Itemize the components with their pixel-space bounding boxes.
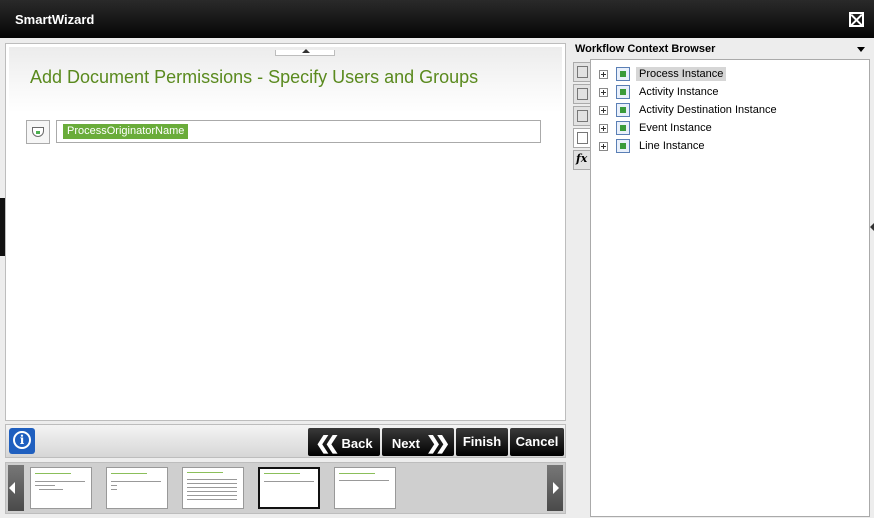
user-group-icon[interactable]	[26, 120, 50, 144]
thumb-scroll-right-icon[interactable]	[547, 465, 563, 511]
event-instance-icon	[616, 121, 630, 135]
next-button[interactable]: Next ❯❯	[382, 428, 454, 456]
chevron-double-left-icon: ❮❮	[315, 433, 339, 453]
activity-instance-icon	[616, 85, 630, 99]
context-browser-tabs: fx	[573, 62, 591, 172]
tree-item-label: Event Instance	[639, 122, 712, 134]
chevron-double-right-icon: ❯❯	[426, 433, 450, 453]
environment-icon	[577, 66, 588, 78]
tree-item-label: Process Instance	[636, 67, 727, 81]
process-instance-icon	[616, 67, 630, 81]
tab-workflow-context[interactable]	[573, 128, 591, 148]
expand-icon[interactable]	[599, 70, 608, 79]
fx-icon: fx	[576, 152, 588, 165]
content-header: Add Document Permissions - Specify Users…	[9, 47, 562, 113]
document-icon	[577, 88, 588, 100]
context-browser-header[interactable]: Workflow Context Browser	[571, 41, 870, 59]
line-instance-icon	[616, 139, 630, 153]
page-thumbnail[interactable]	[334, 467, 396, 509]
page-title: Add Document Permissions - Specify Users…	[30, 67, 479, 87]
right-collapse-handle[interactable]	[870, 218, 874, 236]
next-label: Next	[391, 436, 420, 451]
tab-environment[interactable]	[573, 62, 591, 82]
expand-icon[interactable]	[599, 106, 608, 115]
users-groups-field[interactable]: ProcessOriginatorName	[56, 120, 541, 143]
back-label: Back	[341, 436, 373, 451]
info-icon: i	[13, 431, 31, 449]
context-tree: Process Instance Activity Instance Activ…	[590, 59, 870, 517]
close-icon[interactable]	[849, 12, 864, 27]
page-thumbnail-current[interactable]	[258, 467, 320, 509]
tree-item-label: Line Instance	[639, 140, 705, 152]
database-icon	[577, 110, 588, 122]
context-browser-title: Workflow Context Browser	[575, 43, 716, 55]
title-bar: SmartWizard	[0, 0, 874, 38]
tree-item-label: Activity Instance	[639, 86, 719, 98]
page-thumbnail[interactable]	[106, 467, 168, 509]
window-title: SmartWizard	[15, 12, 95, 27]
workflow-context-icon	[577, 132, 588, 144]
wizard-toolbar: i ❮❮ Back Next ❯❯ Finish Cancel	[5, 424, 566, 458]
page-thumbnail-strip	[5, 462, 566, 514]
tab-process[interactable]	[573, 106, 591, 126]
page-thumbnail[interactable]	[30, 467, 92, 509]
expand-icon[interactable]	[599, 124, 608, 133]
wizard-content: Add Document Permissions - Specify Users…	[5, 43, 566, 421]
info-button[interactable]: i	[9, 428, 35, 454]
activity-destination-instance-icon	[616, 103, 630, 117]
field-token[interactable]: ProcessOriginatorName	[63, 124, 189, 139]
page-thumbnail[interactable]	[182, 467, 244, 509]
tab-smartobjects[interactable]	[573, 84, 591, 104]
tree-item-label: Activity Destination Instance	[639, 104, 777, 116]
expand-icon[interactable]	[599, 88, 608, 97]
back-button[interactable]: ❮❮ Back	[308, 428, 380, 456]
expand-icon[interactable]	[599, 142, 608, 151]
current-page-indicator	[275, 49, 335, 56]
finish-button[interactable]: Finish	[456, 428, 508, 456]
thumb-scroll-left-icon[interactable]	[8, 465, 24, 511]
cancel-button[interactable]: Cancel	[510, 428, 564, 456]
chevron-down-icon[interactable]	[857, 47, 865, 52]
tab-functions[interactable]: fx	[573, 150, 591, 170]
